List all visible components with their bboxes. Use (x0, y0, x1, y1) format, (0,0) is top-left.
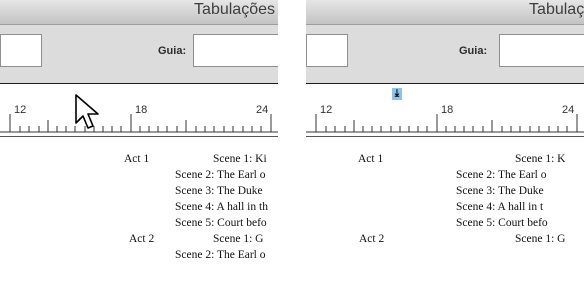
scene-line: Scene 3: The Duke (456, 185, 544, 197)
act-label: Act 1 (124, 153, 150, 165)
panel-title: Tabulações (529, 1, 584, 18)
ruler-label-18: 18 (441, 104, 453, 116)
act-label: Act 1 (358, 153, 384, 165)
arrow-cursor-icon (75, 94, 99, 129)
scene-line: Scene 2: The Earl o (175, 169, 266, 181)
scene-line: Scene 1: G (515, 233, 566, 245)
scene-line: Scene 3: The Duke (175, 185, 263, 197)
guia-input[interactable] (499, 34, 584, 67)
scene-line: Scene 5: Court befo (175, 217, 267, 229)
ruler-label-24: 24 (256, 104, 268, 116)
scene-line: Scene 4: A hall in t (456, 201, 544, 213)
scene-line: Scene 5: Court befo (456, 217, 548, 229)
text-frame: Act 1 Scene 1: K Scene 2: The Earl o Sce… (306, 137, 584, 287)
title-bar: Tabulações (0, 0, 278, 25)
scene-line: Scene 2: The Earl o (456, 169, 547, 181)
scene-line: Scene 1: K (515, 153, 566, 165)
guia-input[interactable] (193, 34, 278, 67)
ruler-label-18: 18 (135, 104, 147, 116)
tab-ruler[interactable]: 12 18 24 (306, 84, 584, 137)
scene-line: Scene 4: A hall in th (175, 201, 268, 213)
panel-title: Tabulações (194, 1, 275, 18)
tab-controls: Guia: (306, 25, 584, 83)
tabs-panel-left: Tabulações Guia: 12 18 24 Act 1 Scene 1:… (0, 0, 278, 287)
tab-controls: Guia: (0, 25, 278, 83)
ruler-ticks (306, 114, 584, 133)
ruler-label-12: 12 (320, 104, 332, 116)
scene-line: Scene 1: Ki (213, 153, 267, 165)
ruler-label-12: 12 (14, 104, 26, 116)
scene-line: Scene 2: The Earl o (175, 249, 266, 261)
title-bar: Tabulações (306, 0, 584, 25)
ruler-ticks (0, 114, 278, 133)
text-frame: Act 1 Scene 1: Ki Scene 2: The Earl o Sc… (0, 137, 278, 287)
ruler-label-24: 24 (562, 104, 574, 116)
guia-label: Guia: (158, 45, 187, 57)
scene-line: Scene 1: G (213, 233, 264, 245)
tabs-panel-right: Tabulações Guia: 12 18 24 ⤓ Act 1 Scene … (306, 0, 584, 287)
tab-stop-marker-icon[interactable]: ⤓ (392, 88, 402, 100)
position-field[interactable] (306, 34, 348, 67)
act-label: Act 2 (129, 233, 155, 245)
tab-ruler[interactable]: 12 18 24 (0, 84, 278, 137)
position-field[interactable] (0, 34, 42, 67)
guia-label: Guia: (459, 45, 488, 57)
act-label: Act 2 (359, 233, 385, 245)
